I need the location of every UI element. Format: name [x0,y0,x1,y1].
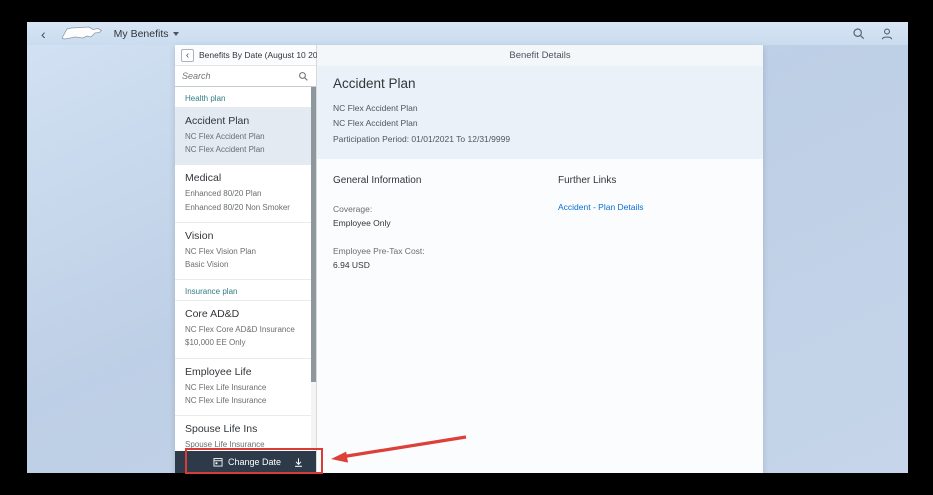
plan-line: NC Flex Accident Plan [333,116,747,131]
list-item-line: NC Flex Vision Plan [185,245,306,258]
general-information-title: General Information [333,175,558,186]
plan-line: Participation Period: 01/01/2021 To 12/3… [333,132,747,147]
coverage-field: Coverage: Employee Only [333,202,558,231]
further-links-title: Further Links [558,175,644,186]
list-item-line: NC Flex Accident Plan [185,130,306,143]
plan-title: Accident Plan [333,76,747,91]
plan-line: NC Flex Accident Plan [333,101,747,116]
list-group-header-health: Health plan [175,87,316,108]
general-information-section: General Information Coverage: Employee O… [333,175,558,457]
list-item-employee-life[interactable]: Employee Life NC Flex Life Insurance NC … [175,359,316,416]
list-item-title: Employee Life [185,366,306,378]
change-date-label: Change Date [228,457,281,467]
pretax-cost-field: Employee Pre-Tax Cost: 6.94 USD [333,244,558,273]
list-item-line: Enhanced 80/20 Non Smoker [185,201,306,214]
download-button[interactable] [293,457,304,468]
list-item-line: NC Flex Accident Plan [185,143,306,156]
search-input[interactable] [182,71,298,81]
list-item-line: NC Flex Life Insurance [185,394,306,407]
list-item-line: $10,000 EE Only [185,336,306,349]
list-item-title: Vision [185,230,306,242]
field-value: 6.94 USD [333,258,558,272]
list-item-line: Enhanced 80/20 Plan [185,187,306,200]
list-item-line: NC Flex Life Insurance [185,381,306,394]
download-icon [293,457,304,468]
search-icon[interactable] [852,27,866,41]
list-item-line: Spouse Life Insurance [185,438,306,451]
user-profile-icon[interactable] [880,27,894,41]
shell-back-icon[interactable]: ‹ [41,27,46,41]
master-footer-bar: Change Date [175,451,316,473]
field-value: Employee Only [333,216,558,230]
search-bar [175,66,316,87]
app-title-dropdown[interactable]: My Benefits [114,28,179,40]
detail-content: General Information Coverage: Employee O… [317,159,763,473]
list-scrollbar[interactable] [311,87,316,451]
field-label: Employee Pre-Tax Cost: [333,244,558,258]
search-field-icon[interactable] [298,71,309,82]
list-item-title: Core AD&D [185,308,306,320]
list-item-core-add[interactable]: Core AD&D NC Flex Core AD&D Insurance $1… [175,301,316,358]
app-screen: ‹ My Benefits ‹ Benefits By Date (August… [27,22,908,473]
calendar-icon [213,457,223,467]
scrollbar-thumb[interactable] [311,87,316,382]
benefits-panel: ‹ Benefits By Date (August 10 2021) Heal… [175,45,763,473]
master-back-button[interactable]: ‹ [181,49,194,62]
list-item-title: Spouse Life Ins [185,423,306,435]
further-links-section: Further Links Accident - Plan Details [558,175,644,457]
list-item-accident-plan[interactable]: Accident Plan NC Flex Accident Plan NC F… [175,108,316,165]
benefit-details-pane: Benefit Details Accident Plan NC Flex Ac… [317,45,763,473]
detail-header-title: Benefit Details [317,45,763,66]
master-header-title: Benefits By Date (August 10 2021) [199,50,330,60]
north-carolina-logo [60,25,104,43]
change-date-button[interactable]: Change Date [213,457,281,467]
list-item-spouse-life[interactable]: Spouse Life Ins Spouse Life Insurance Sp… [175,416,316,451]
field-label: Coverage: [333,202,558,216]
chevron-down-icon [173,32,179,36]
benefits-master-list: ‹ Benefits By Date (August 10 2021) Heal… [175,45,317,473]
list-item-medical[interactable]: Medical Enhanced 80/20 Plan Enhanced 80/… [175,165,316,222]
shell-topbar: ‹ My Benefits [27,22,908,45]
accident-plan-details-link[interactable]: Accident - Plan Details [558,202,644,212]
list-item-title: Medical [185,172,306,184]
app-title-label: My Benefits [114,28,169,40]
plan-object-header: Accident Plan NC Flex Accident Plan NC F… [317,66,763,159]
benefit-plan-list: Health plan Accident Plan NC Flex Accide… [175,87,316,451]
list-item-line: NC Flex Core AD&D Insurance [185,323,306,336]
list-item-vision[interactable]: Vision NC Flex Vision Plan Basic Vision [175,223,316,280]
list-group-header-insurance: Insurance plan [175,280,316,301]
list-item-title: Accident Plan [185,115,306,127]
list-item-line: Basic Vision [185,258,306,271]
master-header: ‹ Benefits By Date (August 10 2021) [175,45,316,66]
